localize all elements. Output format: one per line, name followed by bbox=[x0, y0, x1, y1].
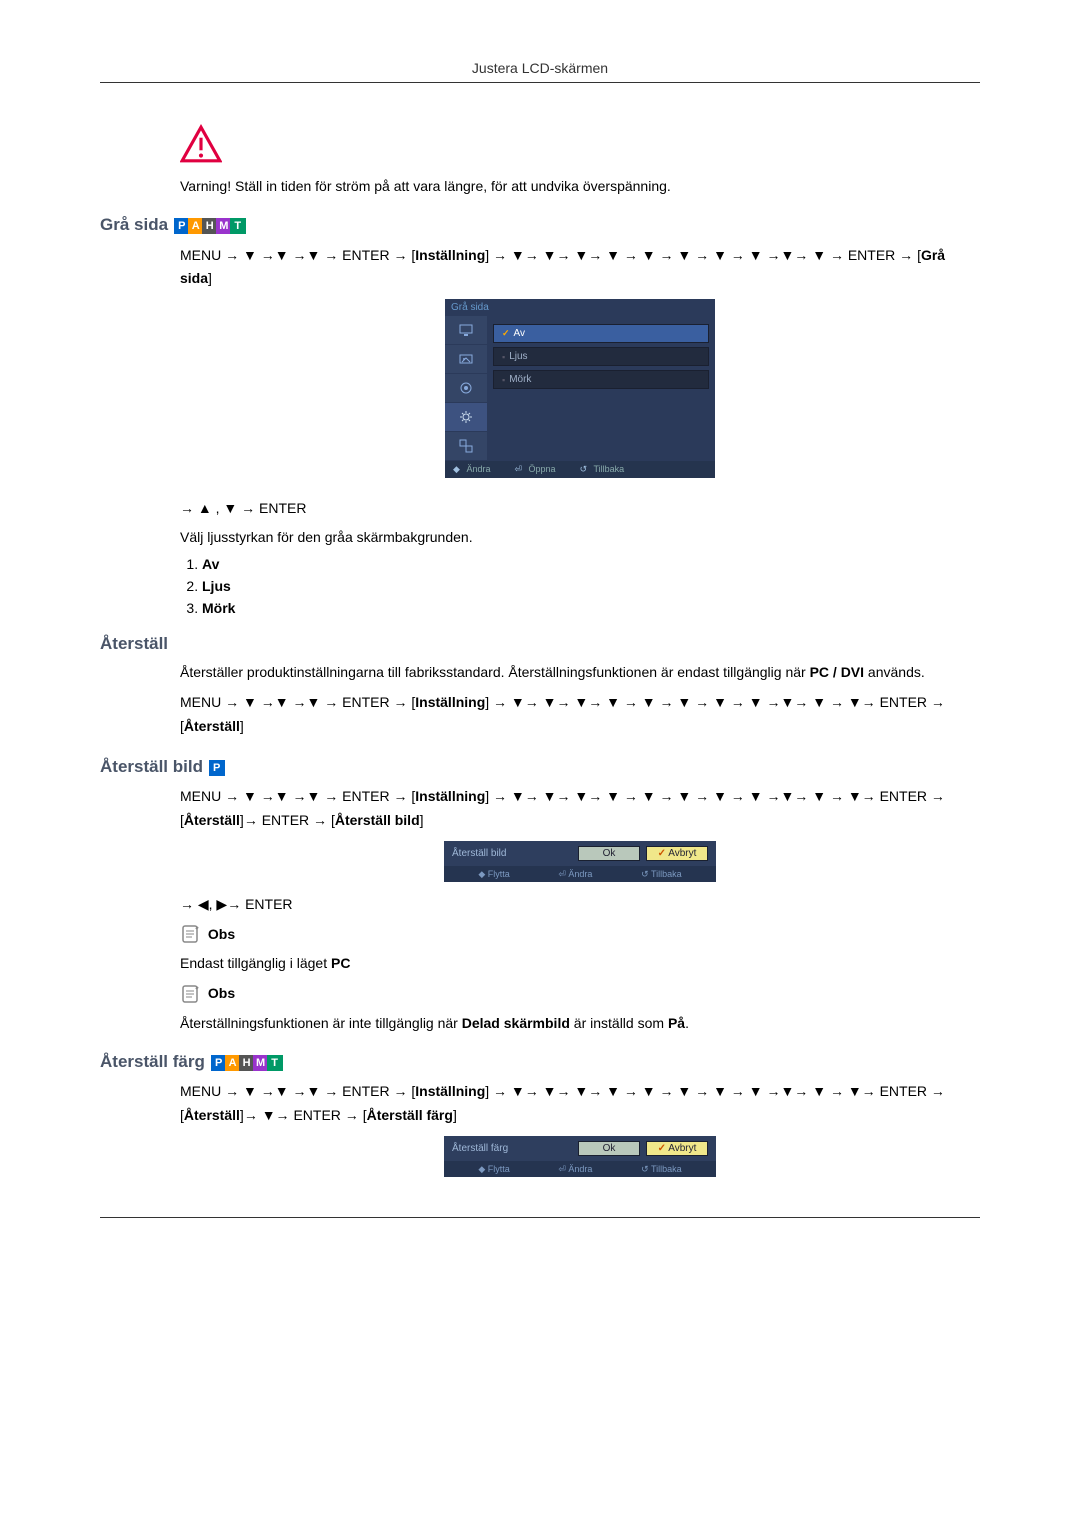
warning-icon bbox=[180, 123, 980, 168]
nav-path-reset-color: MENU → ▼ →▼ →▼ → ENTER → [Inställning] →… bbox=[180, 1080, 980, 1128]
section-title: Återställ bbox=[100, 634, 168, 653]
desc-gra: Välj ljusstyrkan för den gråa skärmbakgr… bbox=[180, 527, 980, 548]
osd-sidebar bbox=[445, 316, 487, 461]
osd-tab-sound-icon bbox=[445, 374, 487, 403]
osd-tab-setup-icon bbox=[445, 403, 487, 432]
nav-path-gra: MENU → ▼ →▼ →▼ → ENTER → [Inställning] →… bbox=[180, 244, 980, 292]
section-reset-heading: Återställ bbox=[100, 634, 980, 654]
footer-rule bbox=[100, 1217, 980, 1218]
osd-tab-multi-icon bbox=[445, 432, 487, 461]
note-icon bbox=[180, 923, 202, 945]
note1-text: Endast tillgänglig i läget PC bbox=[180, 953, 980, 974]
nav-path-reset: MENU → ▼ →▼ →▼ → ENTER → [Inställning] →… bbox=[180, 691, 980, 739]
osd-item-mork: ▪Mörk bbox=[493, 370, 709, 389]
section-title: Återställ bild bbox=[100, 757, 203, 776]
osd-main: ✓Av ▪Ljus ▪Mörk bbox=[487, 316, 715, 461]
nav-post-gra: → ▲ , ▼ → ENTER bbox=[180, 498, 980, 519]
dialog-ok-button: Ok bbox=[578, 846, 640, 861]
section-title: Återställ färg bbox=[100, 1052, 205, 1071]
section-gra-sida-heading: Grå sida PAHMT bbox=[100, 215, 980, 236]
badge-p: P bbox=[209, 760, 225, 776]
dialog-reset-color: Återställ färg Ok ✓ Avbryt ◆ Flytta ⏎ Än… bbox=[444, 1136, 716, 1177]
note-icon bbox=[180, 982, 202, 1004]
page-title: Justera LCD-skärmen bbox=[472, 60, 608, 76]
badge-t: T bbox=[267, 1055, 283, 1071]
section-reset-pic-heading: Återställ bild P bbox=[100, 757, 980, 778]
page-header: Justera LCD-skärmen bbox=[100, 60, 980, 83]
dialog-title: Återställ bild bbox=[452, 848, 572, 859]
dialog-footer: ◆ Flytta ⏎ Ändra ↺ Tillbaka bbox=[444, 867, 716, 882]
dialog-footer: ◆ Flytta ⏎ Ändra ↺ Tillbaka bbox=[444, 1162, 716, 1177]
mode-badges: PAHMT bbox=[212, 1052, 282, 1072]
option-av: Av bbox=[202, 556, 980, 572]
note-1: Obs bbox=[180, 923, 980, 945]
mode-badges: PAHMT bbox=[175, 216, 245, 236]
nav-post-reset-pic: → ◀, ▶→ ENTER bbox=[180, 894, 980, 915]
osd-item-ljus: ▪Ljus bbox=[493, 347, 709, 366]
dialog-reset-pic: Återställ bild Ok ✓ Avbryt ◆ Flytta ⏎ Än… bbox=[444, 841, 716, 882]
osd-menu-gra: Grå sida ✓Av ▪Ljus ▪Mörk ◆ Ändra ⏎ Öppna… bbox=[445, 299, 715, 478]
dialog-title: Återställ färg bbox=[452, 1143, 572, 1154]
dialog-ok-button: Ok bbox=[578, 1141, 640, 1156]
section-reset-color-heading: Återställ färg PAHMT bbox=[100, 1052, 980, 1073]
mode-badges: P bbox=[210, 757, 224, 777]
note2-text: Återställningsfunktionen är inte tillgän… bbox=[180, 1013, 980, 1034]
dialog-cancel-button: ✓ Avbryt bbox=[646, 1141, 708, 1156]
options-gra: Av Ljus Mörk bbox=[180, 556, 980, 616]
option-mork: Mörk bbox=[202, 600, 980, 616]
osd-item-av: ✓Av bbox=[493, 324, 709, 343]
nav-path-reset-pic: MENU → ▼ →▼ →▼ → ENTER → [Inställning] →… bbox=[180, 785, 980, 833]
dialog-cancel-button: ✓ Avbryt bbox=[646, 846, 708, 861]
osd-footer: ◆ Ändra ⏎ Öppna ↺ Tillbaka bbox=[445, 461, 715, 478]
osd-tab-input-icon bbox=[445, 316, 487, 345]
osd-tab-picture-icon bbox=[445, 345, 487, 374]
desc-reset: Återställer produktinställningarna till … bbox=[180, 662, 980, 683]
badge-t: T bbox=[230, 218, 246, 234]
option-ljus: Ljus bbox=[202, 578, 980, 594]
content: Varning! Ställ in tiden för ström på att… bbox=[180, 123, 980, 1177]
note-2: Obs bbox=[180, 982, 980, 1004]
section-title: Grå sida bbox=[100, 215, 168, 234]
warning-text: Varning! Ställ in tiden för ström på att… bbox=[180, 176, 980, 197]
osd-title: Grå sida bbox=[445, 299, 715, 316]
